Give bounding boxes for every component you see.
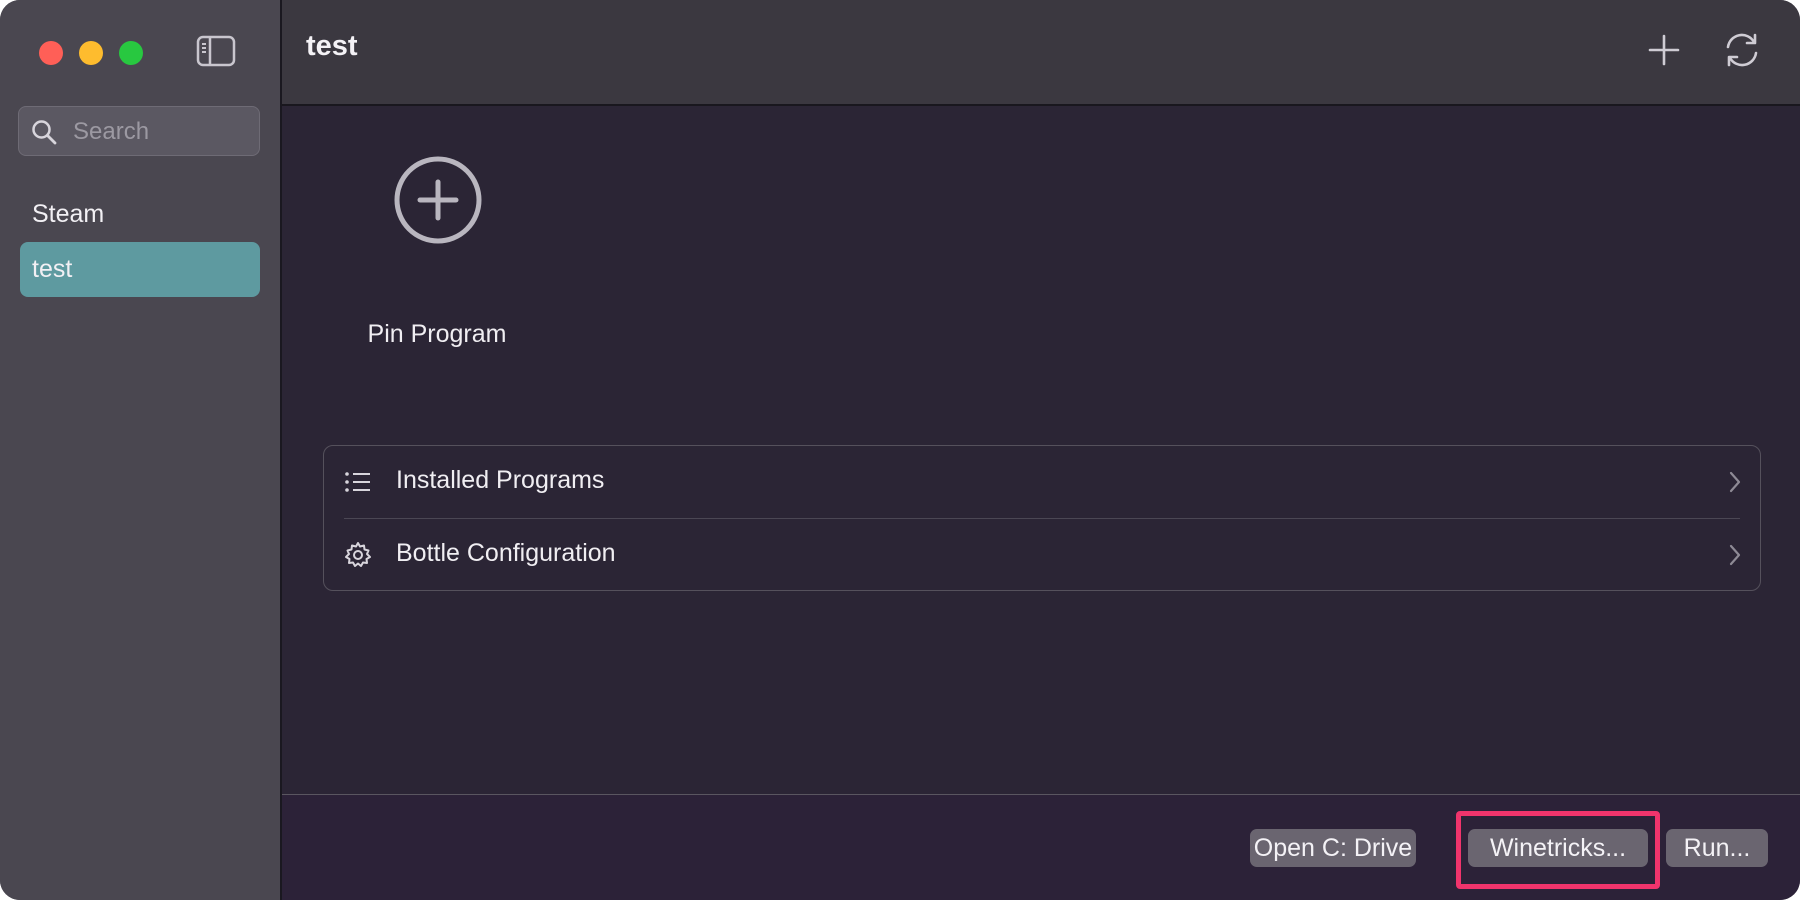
sidebar-item-test[interactable]: test bbox=[20, 242, 260, 297]
sidebar-toggle-icon[interactable] bbox=[196, 35, 236, 67]
row-label: Bottle Configuration bbox=[396, 539, 616, 567]
bottle-options-list: Installed Programs Bottle Configuration bbox=[323, 445, 1761, 591]
minimize-window-button[interactable] bbox=[79, 41, 103, 65]
refresh-icon[interactable] bbox=[1720, 28, 1764, 72]
pin-program-button[interactable]: Pin Program bbox=[342, 154, 522, 348]
chevron-right-icon bbox=[1728, 543, 1742, 567]
sidebar-item-label: test bbox=[32, 255, 73, 283]
sidebar-item-steam[interactable]: Steam bbox=[20, 187, 260, 242]
gear-icon bbox=[344, 541, 372, 569]
sidebar: Steam test bbox=[0, 0, 282, 900]
winetricks-button[interactable]: Winetricks... bbox=[1468, 829, 1648, 867]
app-window: Steam test test bbox=[0, 0, 1800, 900]
search-input[interactable] bbox=[71, 115, 255, 149]
maximize-window-button[interactable] bbox=[119, 41, 143, 65]
plus-icon[interactable] bbox=[1646, 32, 1682, 68]
bottle-detail: Pin Program Installed Programs Bottle Co… bbox=[282, 106, 1800, 794]
toolbar: test bbox=[282, 0, 1800, 106]
list-icon bbox=[344, 468, 372, 496]
page-title: test bbox=[306, 30, 358, 62]
close-window-button[interactable] bbox=[39, 41, 63, 65]
search-icon bbox=[31, 119, 57, 145]
installed-programs-row[interactable]: Installed Programs bbox=[324, 446, 1760, 519]
chevron-right-icon bbox=[1728, 470, 1742, 494]
search-field[interactable] bbox=[18, 106, 260, 156]
row-label: Installed Programs bbox=[396, 466, 605, 494]
plus-circle-icon bbox=[392, 154, 484, 246]
open-c-drive-button[interactable]: Open C: Drive bbox=[1250, 829, 1416, 867]
footer-bar: Open C: Drive Winetricks... Run... bbox=[282, 794, 1800, 900]
pin-program-label: Pin Program bbox=[367, 320, 507, 348]
run-button[interactable]: Run... bbox=[1666, 829, 1768, 867]
bottle-configuration-row[interactable]: Bottle Configuration bbox=[324, 519, 1760, 591]
sidebar-item-label: Steam bbox=[32, 200, 105, 228]
